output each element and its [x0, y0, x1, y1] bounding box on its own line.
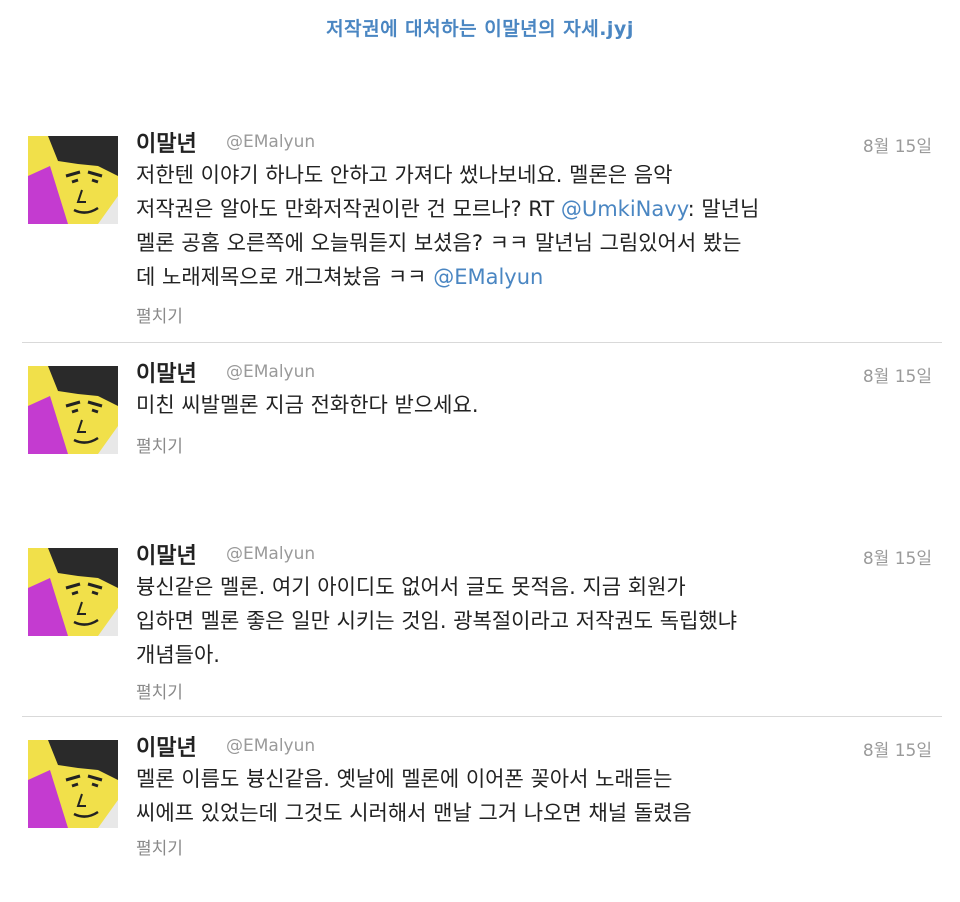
- author-name[interactable]: 이말년: [136, 356, 197, 388]
- expand-link[interactable]: 펼치기: [136, 302, 183, 327]
- tweet-date[interactable]: 8월 15일: [863, 362, 932, 387]
- mention-link[interactable]: @EMalyun: [433, 265, 543, 289]
- tweet-text: 저한텐 이야기 하나도 안하고 가져다 썼나보네요. 멜론은 음악 저작권은 알…: [136, 163, 760, 289]
- avatar[interactable]: [28, 740, 118, 828]
- author-name[interactable]: 이말년: [136, 538, 197, 570]
- tweet: 이말년 @EMalyun 8월 15일 미친 씨발멜론 지금 전화한다 받으세요…: [0, 356, 960, 506]
- tweet-date[interactable]: 8월 15일: [863, 736, 932, 761]
- expand-link[interactable]: 펼치기: [136, 834, 183, 859]
- avatar[interactable]: [28, 136, 118, 224]
- divider: [22, 716, 942, 717]
- tweet: 이말년 @EMalyun 8월 15일 저한텐 이야기 하나도 안하고 가져다 …: [0, 126, 960, 341]
- tweet-text: 멜론 이름도 븅신같음. 옛날에 멜론에 이어폰 꽂아서 노래듣는 씨에프 있었…: [136, 767, 692, 825]
- mention-link[interactable]: @UmkiNavy: [561, 197, 688, 221]
- expand-link[interactable]: 펼치기: [136, 432, 183, 457]
- author-handle[interactable]: @EMalyun: [226, 544, 315, 564]
- author-handle[interactable]: @EMalyun: [226, 132, 315, 152]
- avatar[interactable]: [28, 366, 118, 454]
- author-name[interactable]: 이말년: [136, 126, 197, 158]
- author-handle[interactable]: @EMalyun: [226, 362, 315, 382]
- tweet: 이말년 @EMalyun 8월 15일 븅신같은 멜론. 여기 아이디도 없어서…: [0, 538, 960, 708]
- avatar[interactable]: [28, 548, 118, 636]
- page-title: 저작권에 대처하는 이말년의 자세.jyj: [326, 18, 634, 40]
- expand-link[interactable]: 펼치기: [136, 678, 183, 703]
- tweet-text: 미친 씨발멜론 지금 전화한다 받으세요.: [136, 393, 479, 417]
- author-name[interactable]: 이말년: [136, 730, 197, 762]
- tweet-text: 븅신같은 멜론. 여기 아이디도 없어서 글도 못적음. 지금 회원가 입하면 …: [136, 575, 738, 667]
- tweet: 이말년 @EMalyun 8월 15일 멜론 이름도 븅신같음. 옛날에 멜론에…: [0, 730, 960, 880]
- author-handle[interactable]: @EMalyun: [226, 736, 315, 756]
- tweet-date[interactable]: 8월 15일: [863, 132, 932, 157]
- tweet-date[interactable]: 8월 15일: [863, 544, 932, 569]
- divider: [22, 342, 942, 343]
